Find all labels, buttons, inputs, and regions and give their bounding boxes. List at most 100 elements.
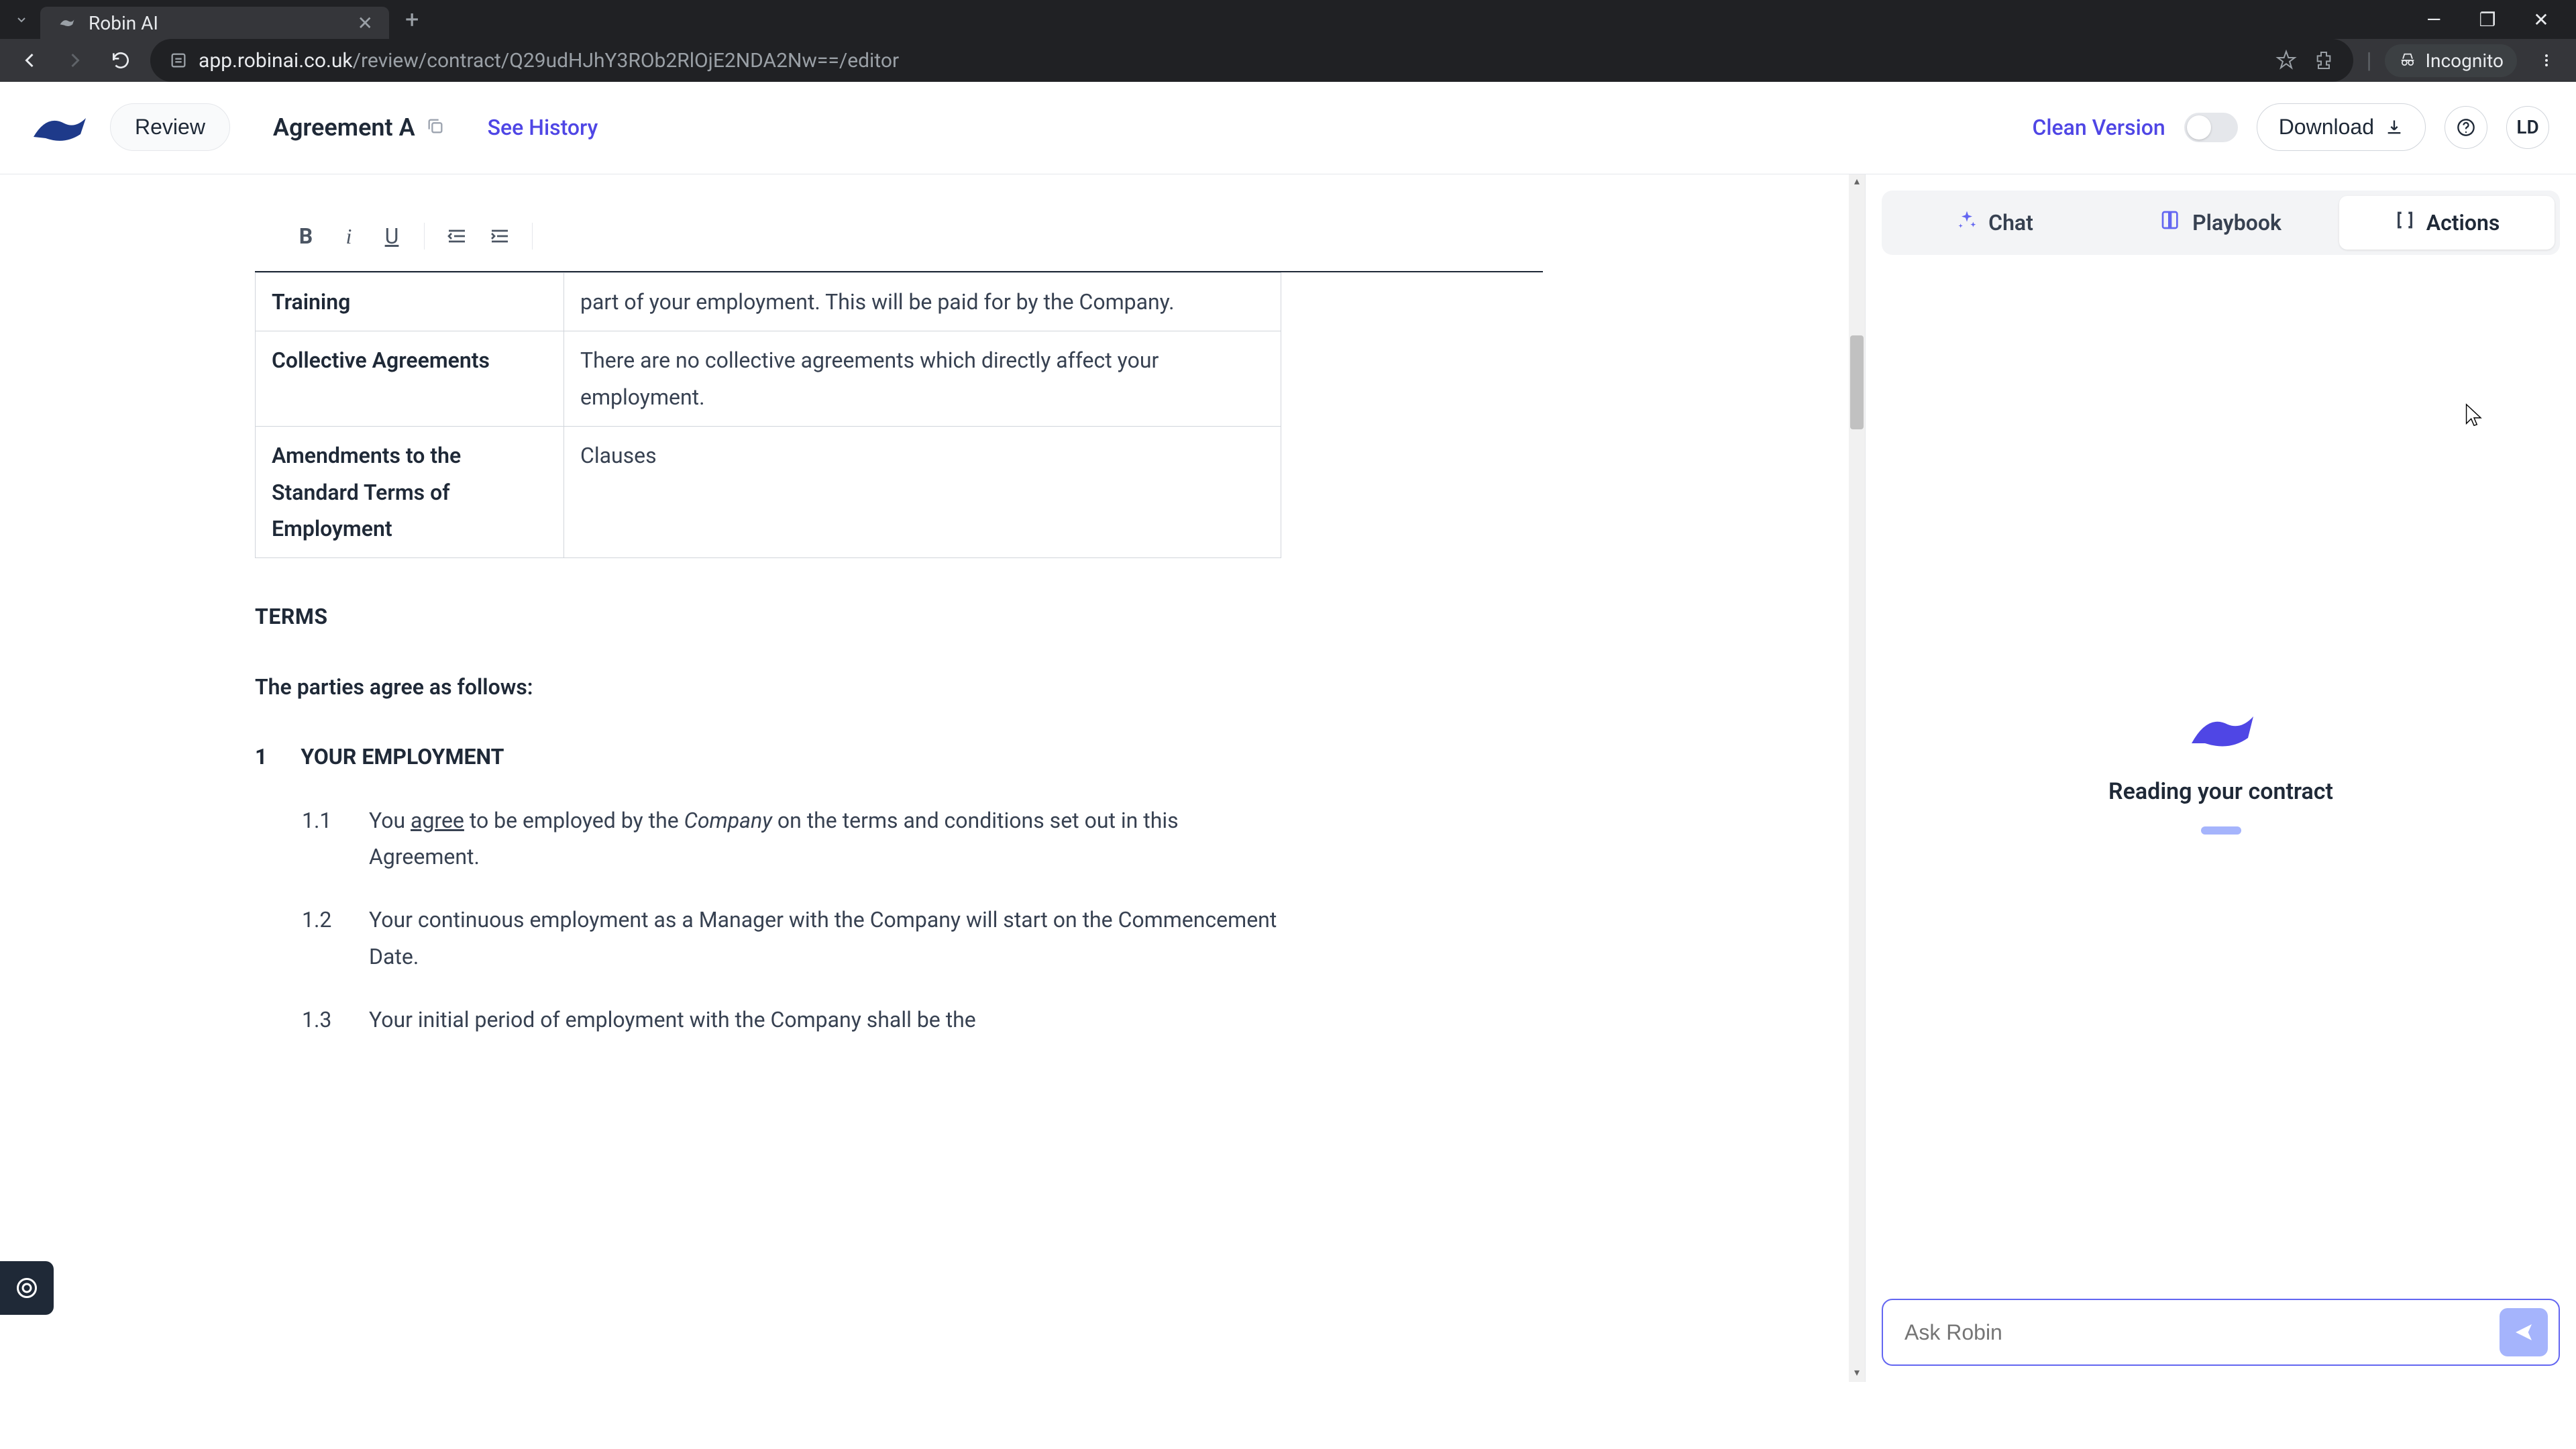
chat-input-container: [1882, 1299, 2560, 1366]
forward-button[interactable]: [59, 44, 91, 76]
arrow-left-icon: [17, 48, 42, 72]
table-cell-value[interactable]: part of your employment. This will be pa…: [564, 273, 1281, 331]
tab-chat[interactable]: Chat: [1887, 196, 2102, 250]
loading-indicator: [2201, 826, 2241, 835]
table-row: Collective Agreements There are no colle…: [256, 331, 1281, 427]
clause-number: 1.2: [302, 902, 342, 975]
new-tab-button[interactable]: +: [405, 5, 419, 34]
underline-button[interactable]: U: [373, 217, 411, 255]
review-button[interactable]: Review: [110, 103, 230, 151]
scroll-thumb[interactable]: [1850, 335, 1864, 429]
table-row: Training part of your employment. This w…: [256, 273, 1281, 331]
back-button[interactable]: [13, 44, 46, 76]
doc-title-wrap: Agreement A: [273, 113, 445, 142]
scrollbar[interactable]: ▴ ▾: [1849, 174, 1865, 1382]
clause-text: Your continuous employment as a Manager …: [369, 902, 1281, 975]
user-avatar[interactable]: LD: [2506, 106, 2549, 149]
book-icon: [2160, 209, 2182, 236]
scroll-down-icon[interactable]: ▾: [1850, 1366, 1864, 1382]
kebab-menu-icon: [2538, 52, 2555, 68]
table-cell-label[interactable]: Amendments to the Standard Terms of Empl…: [256, 427, 564, 558]
reload-icon: [110, 50, 131, 71]
clause[interactable]: 1.1 You agree to be employed by the Comp…: [302, 802, 1610, 875]
table-cell-label[interactable]: Collective Agreements: [256, 331, 564, 427]
panel-body: Reading your contract: [1882, 255, 2560, 1283]
bookmark-icon[interactable]: [2275, 50, 2297, 71]
url-text: app.robinai.co.uk/review/contract/Q29udH…: [199, 49, 899, 72]
editor-area: B i U Training part of your employment. …: [0, 174, 1865, 1382]
terms-heading[interactable]: TERMS: [255, 598, 1610, 635]
section-heading[interactable]: 1 YOUR EMPLOYMENT: [255, 739, 1610, 775]
separator: |: [2367, 48, 2372, 73]
intro-text[interactable]: The parties agree as follows:: [255, 669, 1610, 705]
scroll-up-icon[interactable]: ▴: [1850, 174, 1864, 191]
document-body[interactable]: Training part of your employment. This w…: [0, 272, 1865, 1105]
help-icon: [2457, 118, 2475, 137]
copy-icon[interactable]: [426, 113, 445, 142]
tab-playbook[interactable]: Playbook: [2113, 196, 2328, 250]
indent-icon: [489, 225, 511, 247]
browser-tab[interactable]: Robin AI ✕: [40, 7, 389, 39]
incognito-badge[interactable]: Incognito: [2385, 44, 2517, 77]
bold-button[interactable]: B: [287, 217, 325, 255]
clause-text: Your initial period of employment with t…: [369, 1002, 1281, 1038]
indent-button[interactable]: [481, 217, 519, 255]
download-icon: [2385, 118, 2404, 137]
clause[interactable]: 1.3 Your initial period of employment wi…: [302, 1002, 1610, 1038]
browser-chrome: Robin AI ✕ + — ❐ ✕ app.robinai.co.uk/rev…: [0, 0, 2576, 80]
side-panel: Chat Playbook Actions Reading your contr…: [1865, 174, 2576, 1382]
clean-version-link[interactable]: Clean Version: [2032, 115, 2165, 140]
app-header: Review Agreement A See History Clean Ver…: [0, 80, 2576, 174]
separator: [532, 223, 533, 250]
tab-actions[interactable]: Actions: [2339, 196, 2555, 250]
chevron-down-icon: [13, 11, 30, 28]
italic-button[interactable]: i: [330, 217, 368, 255]
close-window-icon[interactable]: ✕: [2528, 9, 2555, 31]
robin-logo[interactable]: [27, 107, 94, 148]
tab-close-icon[interactable]: ✕: [358, 12, 373, 34]
window-controls: — ❐ ✕: [2420, 9, 2568, 31]
outdent-icon: [446, 225, 468, 247]
outdent-button[interactable]: [438, 217, 476, 255]
table-cell-label[interactable]: Training: [256, 273, 564, 331]
tab-favicon-icon: [56, 12, 78, 34]
maximize-icon[interactable]: ❐: [2474, 9, 2501, 31]
send-button[interactable]: [2500, 1308, 2548, 1356]
see-history-link[interactable]: See History: [488, 115, 598, 140]
clause[interactable]: 1.2 Your continuous employment as a Mana…: [302, 902, 1610, 975]
tab-search-dropdown[interactable]: [8, 6, 35, 33]
doc-title: Agreement A: [273, 113, 415, 142]
help-button[interactable]: [2445, 106, 2487, 149]
download-button[interactable]: Download: [2257, 103, 2426, 151]
table-row: Amendments to the Standard Terms of Empl…: [256, 427, 1281, 558]
help-bubble[interactable]: [0, 1261, 54, 1315]
clause-text: You agree to be employed by the Company …: [369, 802, 1281, 875]
chat-input[interactable]: [1894, 1309, 2489, 1356]
tab-bar: Robin AI ✕ + — ❐ ✕: [0, 0, 2576, 39]
browser-menu[interactable]: [2530, 44, 2563, 76]
clause-number: 1.1: [302, 802, 342, 875]
bird-logo-icon: [2181, 703, 2261, 757]
life-ring-icon: [15, 1276, 39, 1300]
separator: [424, 223, 425, 250]
terms-table: Training part of your employment. This w…: [255, 272, 1281, 558]
tab-title: Robin AI: [89, 12, 158, 34]
table-cell-value[interactable]: Clauses: [564, 427, 1281, 558]
incognito-icon: [2398, 51, 2417, 70]
minimize-icon[interactable]: —: [2420, 9, 2447, 31]
status-text: Reading your contract: [2108, 778, 2333, 805]
clean-version-toggle[interactable]: [2184, 113, 2238, 142]
table-cell-value[interactable]: There are no collective agreements which…: [564, 331, 1281, 427]
brackets-icon: [2394, 209, 2416, 236]
send-icon: [2513, 1322, 2534, 1343]
reload-button[interactable]: [105, 44, 137, 76]
nav-bar: app.robinai.co.uk/review/contract/Q29udH…: [0, 39, 2576, 82]
url-bar[interactable]: app.robinai.co.uk/review/contract/Q29udH…: [150, 39, 2353, 82]
sparkle-icon: [1956, 209, 1978, 236]
clause-number: 1.3: [302, 1002, 342, 1038]
arrow-right-icon: [63, 48, 87, 72]
format-toolbar: B i U: [255, 201, 1543, 272]
site-info-icon[interactable]: [169, 51, 188, 70]
main-layout: B i U Training part of your employment. …: [0, 174, 2576, 1382]
extensions-icon[interactable]: [2313, 50, 2334, 71]
